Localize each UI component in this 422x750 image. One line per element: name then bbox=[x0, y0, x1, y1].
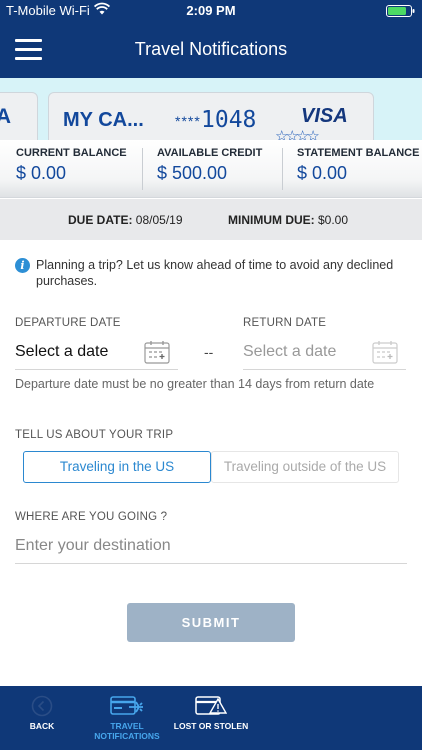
departure-date-value: Select a date bbox=[15, 343, 109, 360]
current-balance-label: CURRENT BALANCE bbox=[16, 147, 127, 159]
balance-summary: CURRENT BALANCE $ 0.00 AVAILABLE CREDIT … bbox=[0, 140, 422, 198]
due-date-value: 08/05/19 bbox=[135, 213, 183, 227]
app-header: Travel Notifications bbox=[0, 22, 422, 78]
available-credit: AVAILABLE CREDIT $ 500.00 bbox=[157, 147, 281, 191]
tab-travel-notifications-line1: TRAVEL bbox=[110, 721, 144, 731]
info-icon: i bbox=[15, 258, 30, 273]
tab-lost-or-stolen[interactable]: LOST OR STOLEN bbox=[172, 686, 250, 750]
return-date-field[interactable]: Select a date bbox=[243, 336, 406, 370]
bottom-tab-bar: BACK TRAVEL NOTIFICATIONS LOST OR STOLEN bbox=[0, 686, 422, 750]
destination-field[interactable] bbox=[15, 532, 407, 564]
info-message: i Planning a trip? Let us know ahead of … bbox=[15, 257, 407, 289]
traveling-outside-us-option[interactable]: Traveling outside of the US bbox=[211, 451, 399, 483]
tab-travel-notifications[interactable]: TRAVEL NOTIFICATIONS bbox=[92, 686, 162, 750]
page-title: Travel Notifications bbox=[134, 39, 288, 59]
selected-card[interactable]: MY CA... **** 1048 ☆☆☆☆ VISA bbox=[48, 92, 374, 140]
statement-balance-label: STATEMENT BALANCE bbox=[297, 147, 420, 159]
trip-type-label: TELL US ABOUT YOUR TRIP bbox=[15, 429, 174, 441]
back-icon bbox=[31, 695, 53, 719]
visa-logo: VISA bbox=[301, 105, 348, 127]
due-date-label: DUE DATE: bbox=[68, 213, 133, 227]
date-separator: -- bbox=[204, 344, 214, 360]
divider bbox=[282, 148, 283, 190]
due-bar: DUE DATE: 08/05/19 MINIMUM DUE: $0.00 bbox=[0, 199, 422, 240]
battery-icon bbox=[386, 5, 416, 17]
minimum-due-value: $0.00 bbox=[318, 213, 349, 227]
tab-travel-notifications-label: TRAVEL NOTIFICATIONS bbox=[92, 721, 162, 741]
minimum-due-label: MINIMUM DUE: bbox=[228, 213, 315, 227]
date-hint: Departure date must be no greater than 1… bbox=[15, 377, 375, 391]
info-text: Planning a trip? Let us know ahead of ti… bbox=[36, 258, 394, 288]
card-carousel[interactable]: A MY CA... **** 1048 ☆☆☆☆ VISA bbox=[0, 78, 422, 140]
submit-button[interactable]: SUBMIT bbox=[127, 603, 295, 642]
calendar-icon[interactable] bbox=[144, 340, 170, 364]
previous-card[interactable]: A bbox=[0, 92, 38, 140]
calendar-icon[interactable] bbox=[372, 340, 398, 364]
due-date: DUE DATE: 08/05/19 bbox=[68, 213, 183, 227]
departure-date-label: DEPARTURE DATE bbox=[15, 317, 121, 329]
traveling-in-us-option[interactable]: Traveling in the US bbox=[23, 451, 211, 483]
destination-label: WHERE ARE YOU GOING ? bbox=[15, 511, 168, 523]
available-credit-value: $ 500.00 bbox=[157, 163, 228, 183]
statement-balance-value: $ 0.00 bbox=[297, 163, 348, 183]
current-balance: CURRENT BALANCE $ 0.00 bbox=[16, 147, 140, 191]
card-number-mask: **** bbox=[175, 113, 201, 129]
clock: 2:09 PM bbox=[186, 3, 236, 18]
card-airplane-icon bbox=[110, 695, 144, 719]
divider bbox=[142, 148, 143, 190]
tab-back-label: BACK bbox=[29, 721, 55, 731]
current-balance-value: $ 0.00 bbox=[16, 163, 67, 183]
tab-back[interactable]: BACK bbox=[10, 686, 74, 750]
statement-balance: STATEMENT BALANCE $ 0.00 bbox=[297, 147, 421, 191]
destination-input[interactable] bbox=[15, 532, 407, 560]
departure-date-field[interactable]: Select a date bbox=[15, 336, 178, 370]
available-credit-label: AVAILABLE CREDIT bbox=[157, 147, 263, 159]
return-date-label: RETURN DATE bbox=[243, 317, 327, 329]
previous-card-label: A bbox=[0, 105, 11, 128]
return-date-value: Select a date bbox=[243, 343, 337, 360]
tab-lost-or-stolen-label: LOST OR STOLEN bbox=[173, 721, 249, 731]
minimum-due: MINIMUM DUE: $0.00 bbox=[228, 213, 348, 227]
tab-travel-notifications-line2: NOTIFICATIONS bbox=[94, 731, 160, 741]
card-name: MY CA... bbox=[63, 109, 144, 131]
status-bar: T-Mobile Wi-Fi 2:09 PM bbox=[0, 0, 422, 22]
card-last-four: 1048 bbox=[201, 107, 257, 133]
visa-stars-icon: ☆☆☆☆ bbox=[275, 128, 320, 140]
card-warning-icon bbox=[195, 695, 228, 719]
